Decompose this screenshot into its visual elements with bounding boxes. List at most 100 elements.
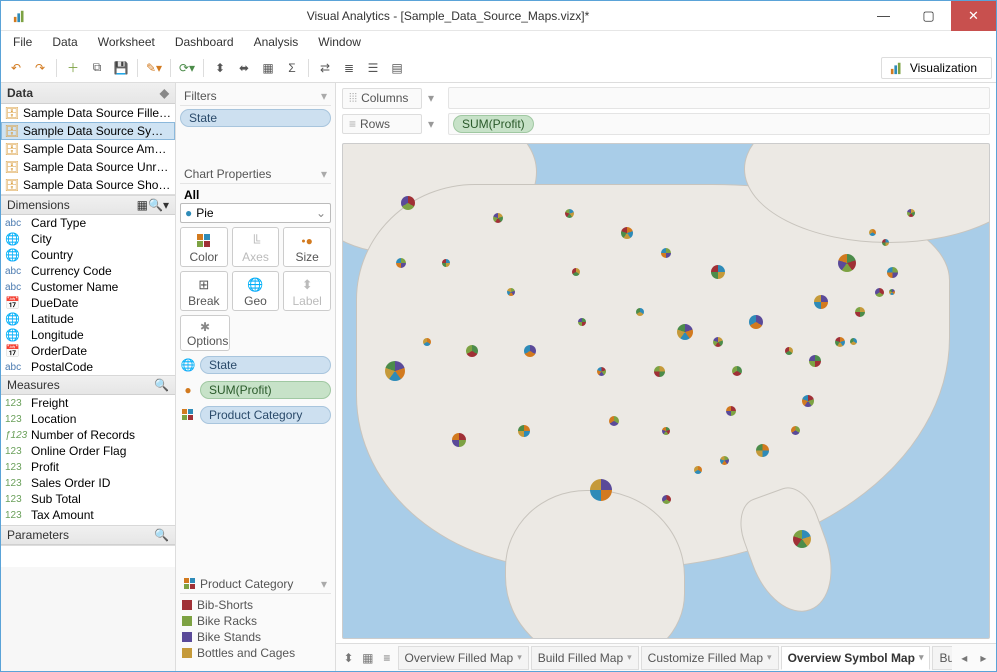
measure-field[interactable]: 123Tax Amount	[1, 507, 175, 523]
map-pie-symbol[interactable]	[654, 366, 665, 377]
sort-asc-icon[interactable]: ⬍	[209, 57, 231, 79]
map-pie-symbol[interactable]	[713, 337, 723, 347]
map-pie-symbol[interactable]	[661, 248, 671, 258]
dimension-field[interactable]: abcCustomer Name	[1, 279, 175, 295]
map-pie-symbol[interactable]	[677, 324, 693, 340]
map-pie-symbol[interactable]	[597, 367, 606, 376]
map-pie-symbol[interactable]	[442, 259, 450, 267]
dimension-field[interactable]: abcCard Type	[1, 215, 175, 231]
show-sheets-icon[interactable]: ≡	[378, 648, 395, 668]
measure-field[interactable]: 123Online Order Flag	[1, 443, 175, 459]
rows-shelf-label[interactable]: ≡Rows	[342, 114, 422, 134]
dimension-field[interactable]: abcCurrency Code	[1, 263, 175, 279]
chevron-down-icon[interactable]: ▾	[517, 652, 522, 663]
mark-card-axes[interactable]: ╚Axes	[232, 227, 280, 267]
map-pie-symbol[interactable]	[850, 338, 857, 345]
shelf-geo-row[interactable]: 🌐State	[180, 354, 331, 376]
visualization-button[interactable]: Visualization	[881, 57, 992, 79]
menu-file[interactable]: File	[5, 33, 40, 51]
map-pie-symbol[interactable]	[662, 427, 670, 435]
map-pie-symbol[interactable]	[726, 406, 736, 416]
dimension-field[interactable]: 📅OrderDate	[1, 343, 175, 359]
legend-item[interactable]: Bib-Shorts	[180, 597, 331, 613]
map-pie-symbol[interactable]	[838, 254, 856, 272]
new-button[interactable]: ＋	[62, 57, 84, 79]
measure-field[interactable]: ƒ123Number of Records	[1, 427, 175, 443]
chevron-down-icon[interactable]: ▾	[321, 167, 327, 181]
rows-shelf[interactable]: SUM(Profit)	[448, 113, 990, 135]
filter-pill[interactable]: State	[180, 109, 331, 127]
mark-card-geo[interactable]: 🌐Geo	[232, 271, 280, 311]
legend-item[interactable]: Bike Racks	[180, 613, 331, 629]
shelf-color-row[interactable]: Product Category	[180, 404, 331, 426]
close-button[interactable]: ✕	[951, 1, 996, 31]
map-pie-symbol[interactable]	[793, 530, 811, 548]
scroll-right-icon[interactable]: ▸	[975, 648, 992, 668]
fit-height-icon[interactable]: ☰	[362, 57, 384, 79]
fit-entire-icon[interactable]: ▤	[386, 57, 408, 79]
clear-button[interactable]: ✎▾	[143, 57, 165, 79]
chevron-down-icon[interactable]: ▾	[627, 652, 632, 663]
measure-field[interactable]: 123Profit	[1, 459, 175, 475]
map-pie-symbol[interactable]	[518, 425, 530, 437]
chevron-down-icon[interactable]: ▾	[767, 652, 772, 663]
data-dropdown-icon[interactable]: ◆	[160, 86, 169, 100]
save-button[interactable]: 💾	[110, 57, 132, 79]
new-worksheet-icon[interactable]: ⬍	[340, 648, 357, 668]
sheet-tab[interactable]: Build Symbol Map▾	[932, 646, 951, 670]
measure-field[interactable]: 123Location	[1, 411, 175, 427]
data-source-item[interactable]: 🗄Sample Data Source Am…	[1, 140, 175, 158]
dimension-field[interactable]: 📅DueDate	[1, 295, 175, 311]
map-pie-symbol[interactable]	[401, 196, 415, 210]
chevron-down-icon[interactable]: ▾	[428, 91, 442, 105]
map-pie-symbol[interactable]	[578, 318, 586, 326]
duplicate-button[interactable]: ⧉	[86, 57, 108, 79]
map-pie-symbol[interactable]	[809, 355, 821, 367]
swap-icon[interactable]: ⇄	[314, 57, 336, 79]
chevron-down-icon[interactable]: ▾	[428, 117, 442, 131]
measure-field[interactable]: 123Sales Order ID	[1, 475, 175, 491]
data-source-item[interactable]: 🗄Sample Data Source Sho…	[1, 176, 175, 194]
dimension-field[interactable]: 🌐City	[1, 231, 175, 247]
mark-options-button[interactable]: ✱Options	[180, 315, 230, 351]
new-dashboard-icon[interactable]: ▦	[359, 648, 376, 668]
data-source-item[interactable]: 🗄Sample Data Source Unr…	[1, 158, 175, 176]
map-pie-symbol[interactable]	[875, 288, 884, 297]
measure-field[interactable]: 123Sub Total	[1, 491, 175, 507]
chevron-down-icon[interactable]: ▾	[321, 89, 327, 103]
sort-desc-icon[interactable]: ⬌	[233, 57, 255, 79]
chevron-down-icon[interactable]: ▾	[163, 198, 169, 212]
sheet-tab[interactable]: Build Filled Map▾	[531, 646, 639, 670]
fit-width-icon[interactable]: ≣	[338, 57, 360, 79]
mark-card-label[interactable]: ⬍Label	[283, 271, 331, 311]
map-pie-symbol[interactable]	[396, 258, 406, 268]
search-icon[interactable]: 🔍	[154, 378, 169, 392]
map-pie-symbol[interactable]	[609, 416, 619, 426]
search-icon[interactable]: 🔍	[148, 198, 163, 212]
map-pie-symbol[interactable]	[855, 307, 865, 317]
chevron-down-icon[interactable]: ▾	[321, 577, 327, 591]
menu-analysis[interactable]: Analysis	[246, 33, 307, 51]
measure-field[interactable]: 123Freight	[1, 395, 175, 411]
map-pie-symbol[interactable]	[385, 361, 405, 381]
minimize-button[interactable]: —	[861, 1, 906, 31]
sheet-tab[interactable]: Overview Filled Map▾	[398, 646, 529, 670]
dimension-field[interactable]: 🌐Latitude	[1, 311, 175, 327]
menu-window[interactable]: Window	[310, 33, 369, 51]
search-icon[interactable]: 🔍	[154, 528, 169, 542]
menu-data[interactable]: Data	[44, 33, 85, 51]
menu-worksheet[interactable]: Worksheet	[90, 33, 163, 51]
sheet-tab[interactable]: Overview Symbol Map▾	[781, 646, 931, 670]
sheet-tab[interactable]: Customize Filled Map▾	[641, 646, 779, 670]
columns-shelf[interactable]	[448, 87, 990, 109]
legend-item[interactable]: Bike Stands	[180, 629, 331, 645]
dimension-field[interactable]: 🌐Longitude	[1, 327, 175, 343]
mark-type-dropdown[interactable]: ●Pie ⌄	[180, 203, 331, 223]
map-pie-symbol[interactable]	[565, 209, 574, 218]
map-pie-symbol[interactable]	[572, 268, 580, 276]
map-pie-symbol[interactable]	[720, 456, 729, 465]
refresh-button[interactable]: ⟳▾	[176, 57, 198, 79]
data-source-item[interactable]: 🗄Sample Data Source Sy…	[1, 122, 175, 140]
redo-button[interactable]: ↷	[29, 57, 51, 79]
maximize-button[interactable]: ▢	[906, 1, 951, 31]
